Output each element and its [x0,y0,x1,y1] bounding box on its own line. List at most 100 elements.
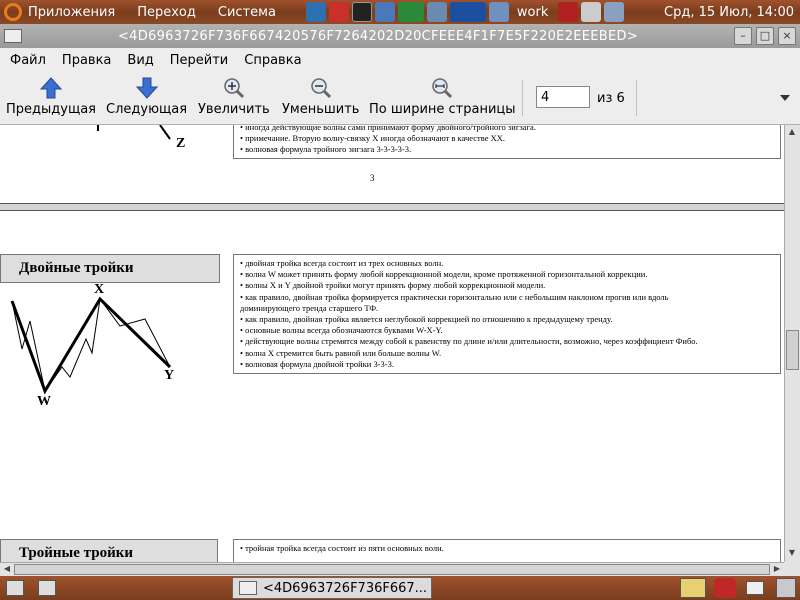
text-line: • как правило, двойная тройка является н… [240,314,613,325]
close-icon[interactable]: × [778,27,796,45]
menu-places[interactable]: Переход [137,5,196,20]
text-line: • иногда действующие волны сами принимаю… [240,125,536,132]
arrow-up-icon [39,77,63,99]
previous-page-label: Предыдущая [6,102,96,117]
window-icon[interactable] [746,581,764,595]
zoom-in-label: Увеличить [198,102,270,117]
toolbar-separator [636,80,637,116]
keyboard-icon[interactable] [558,2,579,22]
taskbar-button-label: <4D6963726F736F667... [263,580,428,596]
section-header-double-threes: Двойные тройки [0,254,220,283]
ubuntu-logo-icon[interactable] [4,3,22,21]
page-4: Двойные тройки X W Y • двойная тройка вс… [0,211,784,562]
horizontal-scrollbar[interactable]: ◀ ▶ [0,562,784,576]
keyboard-icon[interactable] [680,578,706,598]
toolbar: Предыдущая Следующая Увеличить Уменьшить… [0,72,800,125]
triple-three-text-box: • тройная тройка всегда состоит из пяти … [233,539,781,562]
vertical-scrollbar[interactable]: ▲ ▼ [784,125,800,562]
double-three-diagram [10,296,172,395]
text-line: • волна W может принять форму любой корр… [240,269,648,280]
maximize-icon[interactable]: □ [756,27,774,45]
window-menu-icon[interactable] [4,29,22,43]
taskbar-button-document[interactable]: <4D6963726F736F667... [232,577,432,599]
text-line: • волны X и Y двойной тройки могут приня… [240,280,546,291]
trash-icon[interactable] [776,578,796,598]
terminal-icon[interactable] [351,2,372,22]
text-line: • волновая формула двойной тройки 3-3-3. [240,358,394,369]
clock[interactable]: Срд, 15 Июл, 14:00 [664,5,794,20]
wave-label-y: Y [164,368,175,383]
next-page-button[interactable]: Следующая [106,76,187,117]
toolbar-separator [522,80,523,116]
page-3: Z • иногда действующие волны сами приним… [0,125,784,203]
show-desktop-icon[interactable] [6,580,24,596]
menu-go[interactable]: Перейти [170,53,229,68]
menu-view[interactable]: Вид [127,53,153,68]
page-separator [0,203,784,211]
system-monitor-icon[interactable] [397,2,424,22]
scroll-down-icon[interactable]: ▼ [785,546,799,560]
fit-width-icon [432,78,453,99]
desktop-icon[interactable] [488,2,509,22]
workspace-label[interactable]: work [517,5,548,20]
previous-page-button[interactable]: Предыдущая [6,76,96,117]
toolbar-overflow-icon[interactable] [780,95,790,101]
section-header-triple-threes: Тройные тройки [0,539,218,562]
text-line: • основные волны всегда обозначаются бук… [240,325,443,336]
text-line: • волновая формула тройного зигзага 3-3-… [240,144,412,155]
zoom-in-button[interactable]: Увеличить [198,76,270,117]
scroll-left-icon[interactable]: ◀ [0,563,14,575]
network-status-icon[interactable] [604,2,625,22]
wave-label-w: W [37,394,51,409]
top-panel: Приложения Переход Система work Срд, 15 … [0,0,800,24]
zoom-out-icon [310,78,331,99]
text-line: • примечание. Вторую волну-связку X иног… [240,133,505,144]
next-page-label: Следующая [106,102,188,117]
arrow-down-icon [135,77,158,99]
minimize-icon[interactable]: – [734,27,752,45]
page-number: 3 [370,173,375,183]
zoom-in-icon [224,78,244,99]
window-list-icon[interactable] [374,2,395,22]
scrollbar-corner [784,562,800,576]
window-titlebar[interactable]: <4D6963726F736F667420576F7264202D20CFEEE… [0,24,800,48]
power-icon[interactable] [714,578,736,598]
text-line: • как правило, двойная тройка формируетс… [240,291,669,302]
cpu-graph-icon [449,2,486,22]
zigzag-diagram-fragment [97,125,171,140]
menu-help[interactable]: Справка [244,53,301,68]
scroll-up-icon[interactable]: ▲ [785,125,799,139]
text-line: • волна X стремится быть равной или боль… [240,347,442,358]
document-viewer-icon [239,581,257,595]
fit-width-label: По ширине страницы [369,102,516,117]
network-icon[interactable] [426,2,447,22]
text-line: • тройная тройка всегда состоит из пяти … [240,543,444,553]
menu-file[interactable]: Файл [10,53,46,68]
menu-applications[interactable]: Приложения [28,5,115,20]
firefox-icon[interactable] [305,2,326,22]
document-view[interactable]: Z • иногда действующие волны сами приним… [0,125,784,562]
zoom-out-button[interactable]: Уменьшить [282,76,359,117]
launcher-icons [305,2,509,22]
menu-edit[interactable]: Правка [62,53,111,68]
menu-system[interactable]: Система [218,5,276,20]
ubuntuone-icon[interactable] [328,2,349,22]
vertical-scroll-thumb[interactable] [786,330,799,370]
text-line: • действующие волны стремятся между собо… [240,336,698,347]
volume-icon[interactable] [581,2,602,22]
horizontal-scroll-thumb[interactable] [14,564,770,575]
window-title: <4D6963726F736F667420576F7264202D20CFEEE… [117,28,639,44]
text-line: доминирующего тренда старшего ТФ. [240,302,379,313]
window-selector-icon[interactable] [38,580,56,596]
text-line: • двойная тройка всегда состоит из трех … [240,258,444,268]
wave-label-z: Z [176,136,186,151]
menubar: Файл Правка Вид Перейти Справка [0,48,800,72]
zoom-out-label: Уменьшить [282,102,360,117]
double-three-text-box: • двойная тройка всегда состоит из трех … [233,254,781,374]
fit-width-button[interactable]: По ширине страницы [369,76,516,117]
page-count-label: из 6 [597,91,625,106]
page-number-input[interactable] [536,86,590,108]
scroll-right-icon[interactable]: ▶ [770,563,784,575]
wave-label-x: X [94,282,105,297]
page3-text-box: • иногда действующие волны сами принимаю… [233,125,781,159]
